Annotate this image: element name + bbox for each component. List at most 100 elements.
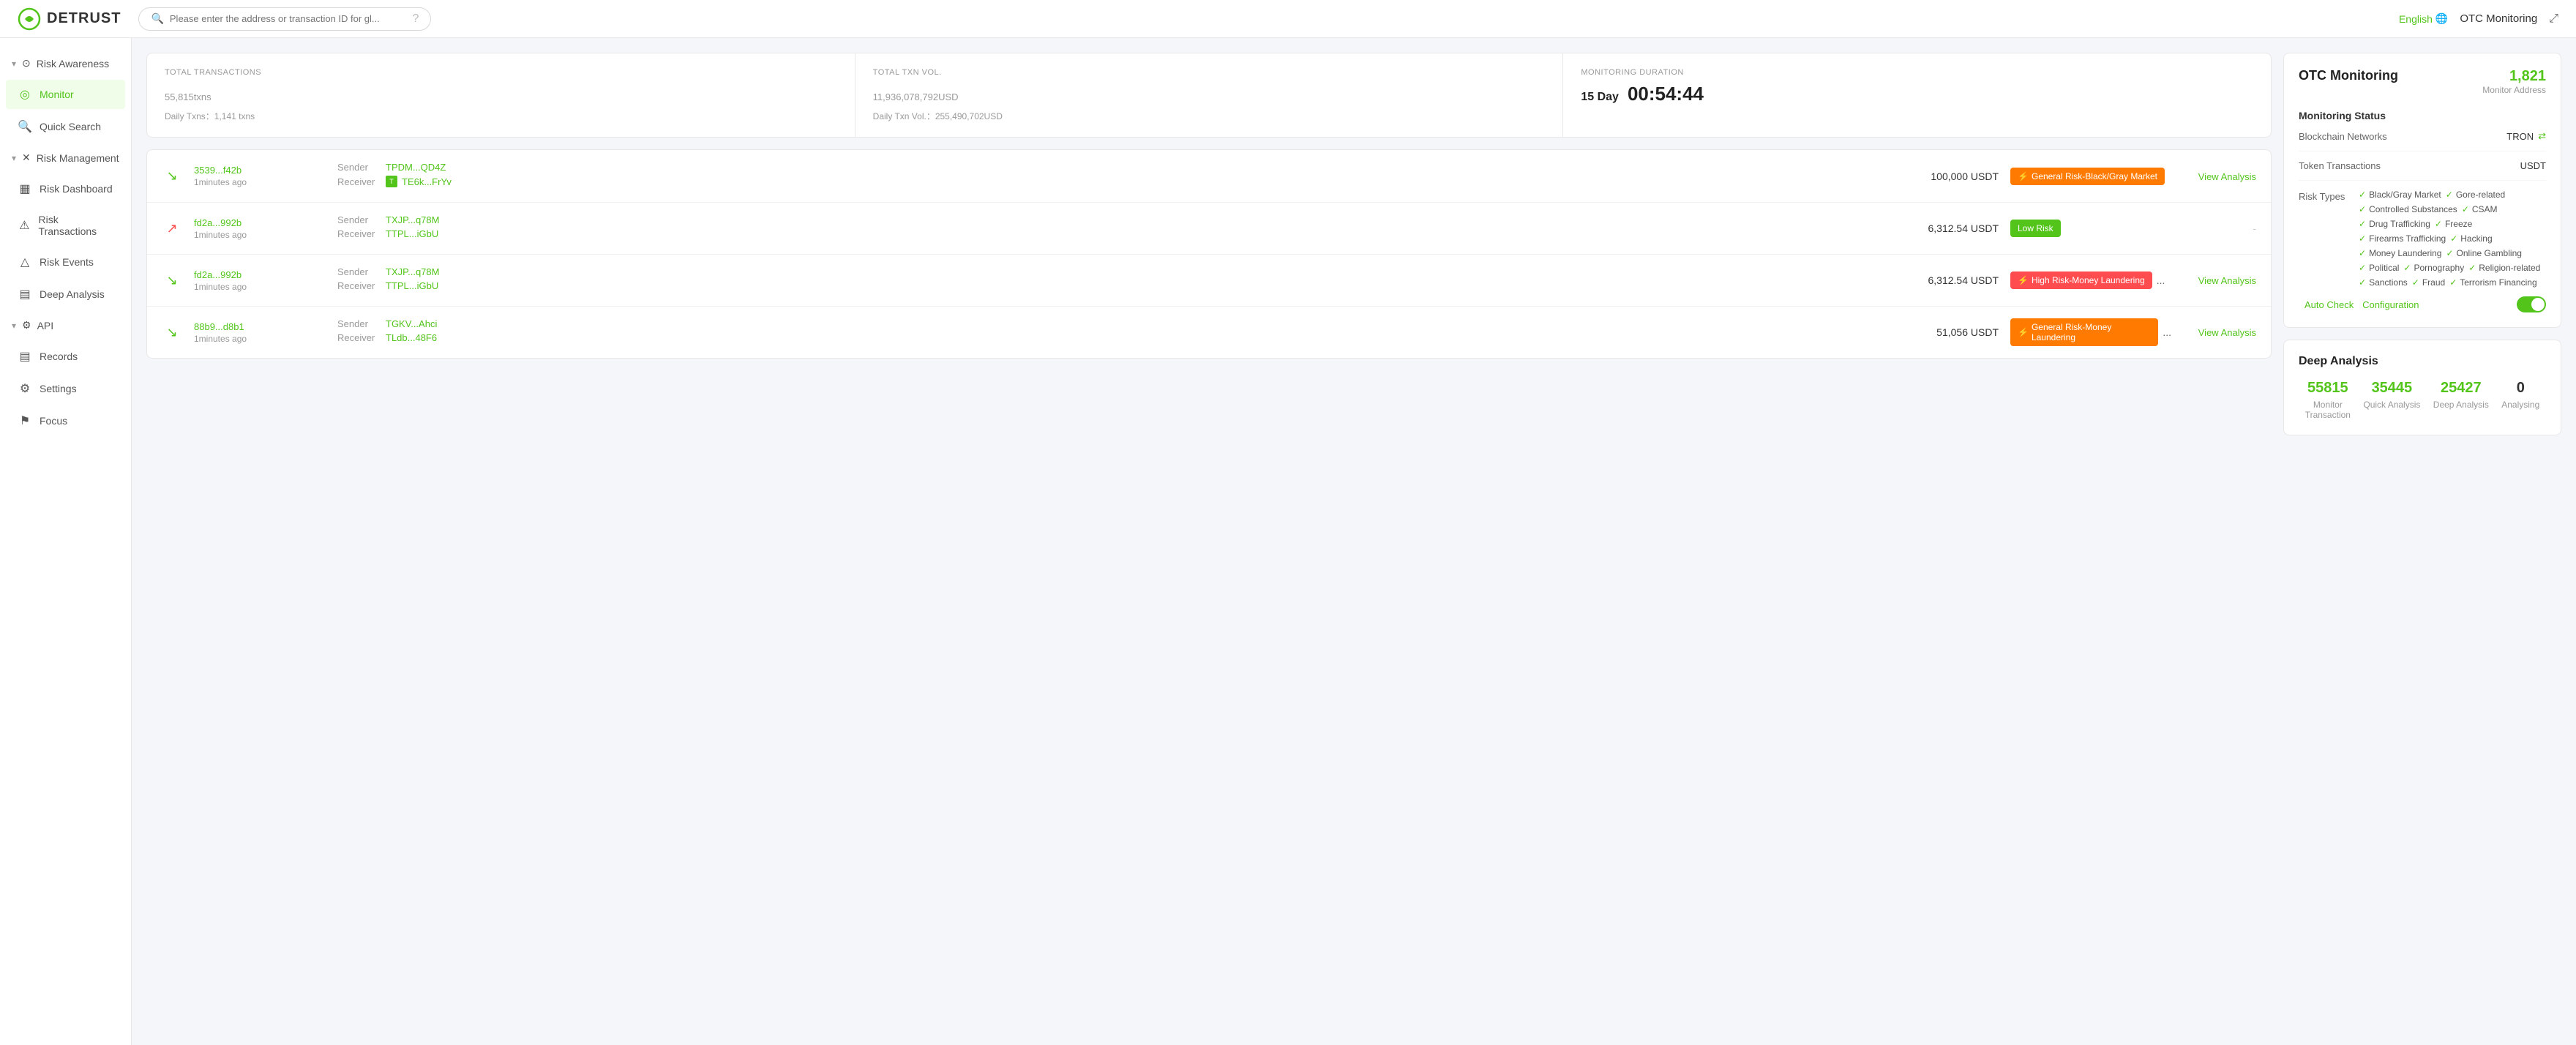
sidebar-item-focus[interactable]: ⚑ Focus — [6, 406, 125, 435]
check-icon: ✓ — [2446, 248, 2453, 258]
risk-tag-label: Religion-related — [2479, 263, 2540, 273]
receiver-label: Receiver — [337, 228, 381, 239]
view-analysis-button[interactable]: View Analysis — [2198, 275, 2256, 286]
sidebar-item-quick-search[interactable]: 🔍 Quick Search — [6, 112, 125, 141]
auto-check-label: Auto Check Configuration — [2299, 299, 2419, 310]
sender-address[interactable]: TGKV...Ahci — [386, 318, 437, 329]
deep-stat: 0 Analysing — [2501, 380, 2539, 420]
expand-icon[interactable]: ⤢ — [2549, 12, 2558, 26]
search-bar[interactable]: 🔍 ? — [138, 7, 431, 31]
sidebar-item-risk-transactions[interactable]: ⚠ Risk Transactions — [6, 206, 125, 244]
view-analysis-button[interactable]: View Analysis — [2198, 171, 2256, 182]
tx-info: fd2a...992b 1minutes ago — [194, 269, 326, 292]
stat-total-vol-label: TOTAL TXN VOL. — [873, 68, 1546, 77]
monitor-count-num: 1,821 — [2482, 68, 2546, 85]
sidebar-section-risk-awareness[interactable]: ▾ ⊙ Risk Awareness — [0, 50, 131, 77]
language-selector[interactable]: English 🌐 — [2399, 12, 2448, 25]
receiver-icon: T — [386, 176, 397, 187]
refresh-icon[interactable]: ⇄ — [2538, 130, 2546, 142]
tx-amount: 6,312.54 USDT — [1896, 222, 1999, 234]
sender-address[interactable]: TXJP...q78M — [386, 266, 439, 277]
chevron-down-icon: ▾ — [12, 59, 16, 69]
tx-direction-arrow: ↘ — [162, 322, 182, 342]
risk-badge: Low Risk — [2010, 220, 2061, 237]
stat-duration-time: 00:54:44 — [1628, 83, 1704, 105]
sender-label: Sender — [337, 214, 381, 225]
search-input[interactable] — [170, 13, 407, 24]
stat-duration-label: MONITORING DURATION — [1581, 68, 2253, 77]
main-content: TOTAL TRANSACTIONS 55,815txns Daily Txns… — [132, 38, 2576, 1045]
risk-tag-label: Online Gambling — [2457, 248, 2522, 258]
tx-hash[interactable]: 3539...f42b — [194, 165, 326, 176]
tx-time: 1minutes ago — [194, 282, 326, 292]
table-row: ↗ fd2a...992b 1minutes ago Sender TXJP..… — [147, 203, 2271, 255]
check-icon: ✓ — [2359, 233, 2366, 244]
chevron-down-icon2: ▾ — [12, 153, 16, 163]
stat-total-txns: TOTAL TRANSACTIONS 55,815txns Daily Txns… — [147, 53, 855, 137]
logo-text: DETRUST — [47, 10, 121, 27]
view-analysis-button[interactable]: View Analysis — [2198, 327, 2256, 338]
tx-action: - — [2183, 222, 2256, 234]
stat-duration-days: 15 Day — [1581, 91, 1619, 104]
tx-parties: Sender TXJP...q78M Receiver TTPL...iGbU — [337, 214, 1884, 242]
sender-address[interactable]: TPDM...QD4Z — [386, 162, 446, 173]
sidebar-item-risk-events[interactable]: △ Risk Events — [6, 247, 125, 277]
tx-info: fd2a...992b 1minutes ago — [194, 217, 326, 240]
sidebar-item-settings[interactable]: ⚙ Settings — [6, 374, 125, 403]
sidebar-section-risk-management[interactable]: ▾ ✕ Risk Management — [0, 144, 131, 171]
tx-direction-arrow: ↘ — [162, 166, 182, 187]
configuration-link[interactable]: Configuration — [2362, 299, 2419, 310]
risk-tag: ✓Controlled Substances — [2359, 204, 2457, 214]
risk-tag: ✓Political — [2359, 263, 2399, 273]
receiver-address[interactable]: TTPL...iGbU — [386, 280, 438, 291]
risk-tag: ✓Religion-related — [2468, 263, 2540, 273]
receiver-address[interactable]: TLdb...48F6 — [386, 332, 437, 343]
monitor-card: OTC Monitoring 1,821 Monitor Address Mon… — [2283, 53, 2561, 328]
more-button[interactable]: ... — [2157, 274, 2165, 286]
check-icon: ✓ — [2449, 277, 2457, 288]
risk-tag-label: Hacking — [2460, 233, 2492, 244]
tx-hash[interactable]: fd2a...992b — [194, 269, 326, 280]
left-panel: TOTAL TRANSACTIONS 55,815txns Daily Txns… — [146, 53, 2272, 1030]
chevron-down-icon3: ▾ — [12, 321, 16, 331]
deep-stat: 25427 Deep Analysis — [2433, 380, 2489, 420]
table-row: ↘ fd2a...992b 1minutes ago Sender TXJP..… — [147, 255, 2271, 307]
sidebar-quick-search-label: Quick Search — [40, 121, 101, 132]
receiver-address[interactable]: TE6k...FrYv — [402, 176, 452, 187]
sidebar-section-api[interactable]: ▾ ⚙ API — [0, 312, 131, 339]
risk-tag-label: Controlled Substances — [2369, 204, 2457, 214]
check-icon: ✓ — [2359, 204, 2366, 214]
tx-badge-area: ⚡ General Risk-Money Laundering ... — [2010, 318, 2171, 346]
risk-tag-label: Fraud — [2422, 277, 2445, 288]
risk-types-label: Risk Types — [2299, 190, 2350, 202]
risk-tag: ✓Black/Gray Market — [2359, 190, 2441, 200]
sidebar-item-risk-dashboard[interactable]: ▦ Risk Dashboard — [6, 174, 125, 203]
tx-hash[interactable]: fd2a...992b — [194, 217, 326, 228]
sender-address[interactable]: TXJP...q78M — [386, 214, 439, 225]
check-icon: ✓ — [2359, 219, 2366, 229]
blockchain-label: Blockchain Networks — [2299, 131, 2387, 142]
sidebar-item-records[interactable]: ▤ Records — [6, 342, 125, 371]
badge-text: General Risk-Black/Gray Market — [2032, 171, 2157, 181]
check-icon: ✓ — [2359, 190, 2366, 200]
sidebar-item-deep-analysis[interactable]: ▤ Deep Analysis — [6, 280, 125, 309]
sender-label: Sender — [337, 266, 381, 277]
quick-search-icon: 🔍 — [18, 119, 32, 134]
stat-total-vol-value: 11,936,078,792USD — [873, 83, 1546, 105]
help-icon[interactable]: ? — [413, 12, 419, 26]
more-button[interactable]: ... — [2163, 326, 2171, 338]
receiver-address[interactable]: TTPL...iGbU — [386, 228, 438, 239]
risk-tag: ✓ Online Gambling — [2446, 248, 2521, 258]
tx-amount: 100,000 USDT — [1896, 171, 1999, 182]
sidebar-item-monitor[interactable]: ◎ Monitor — [6, 80, 125, 109]
table-row: ↘ 88b9...d8b1 1minutes ago Sender TGKV..… — [147, 307, 2271, 358]
check-icon: ✓ — [2412, 277, 2419, 288]
auto-check-toggle[interactable] — [2517, 296, 2546, 312]
token-row: Token Transactions USDT — [2299, 160, 2546, 181]
check-icon: ✓ — [2403, 263, 2411, 273]
tx-hash[interactable]: 88b9...d8b1 — [194, 321, 326, 332]
sidebar-risk-events-label: Risk Events — [40, 256, 94, 268]
stat-total-txns-value: 55,815txns — [165, 83, 837, 105]
monitor-count: 1,821 Monitor Address — [2482, 68, 2546, 95]
deep-stat-label: Monitor Transaction — [2305, 400, 2351, 420]
